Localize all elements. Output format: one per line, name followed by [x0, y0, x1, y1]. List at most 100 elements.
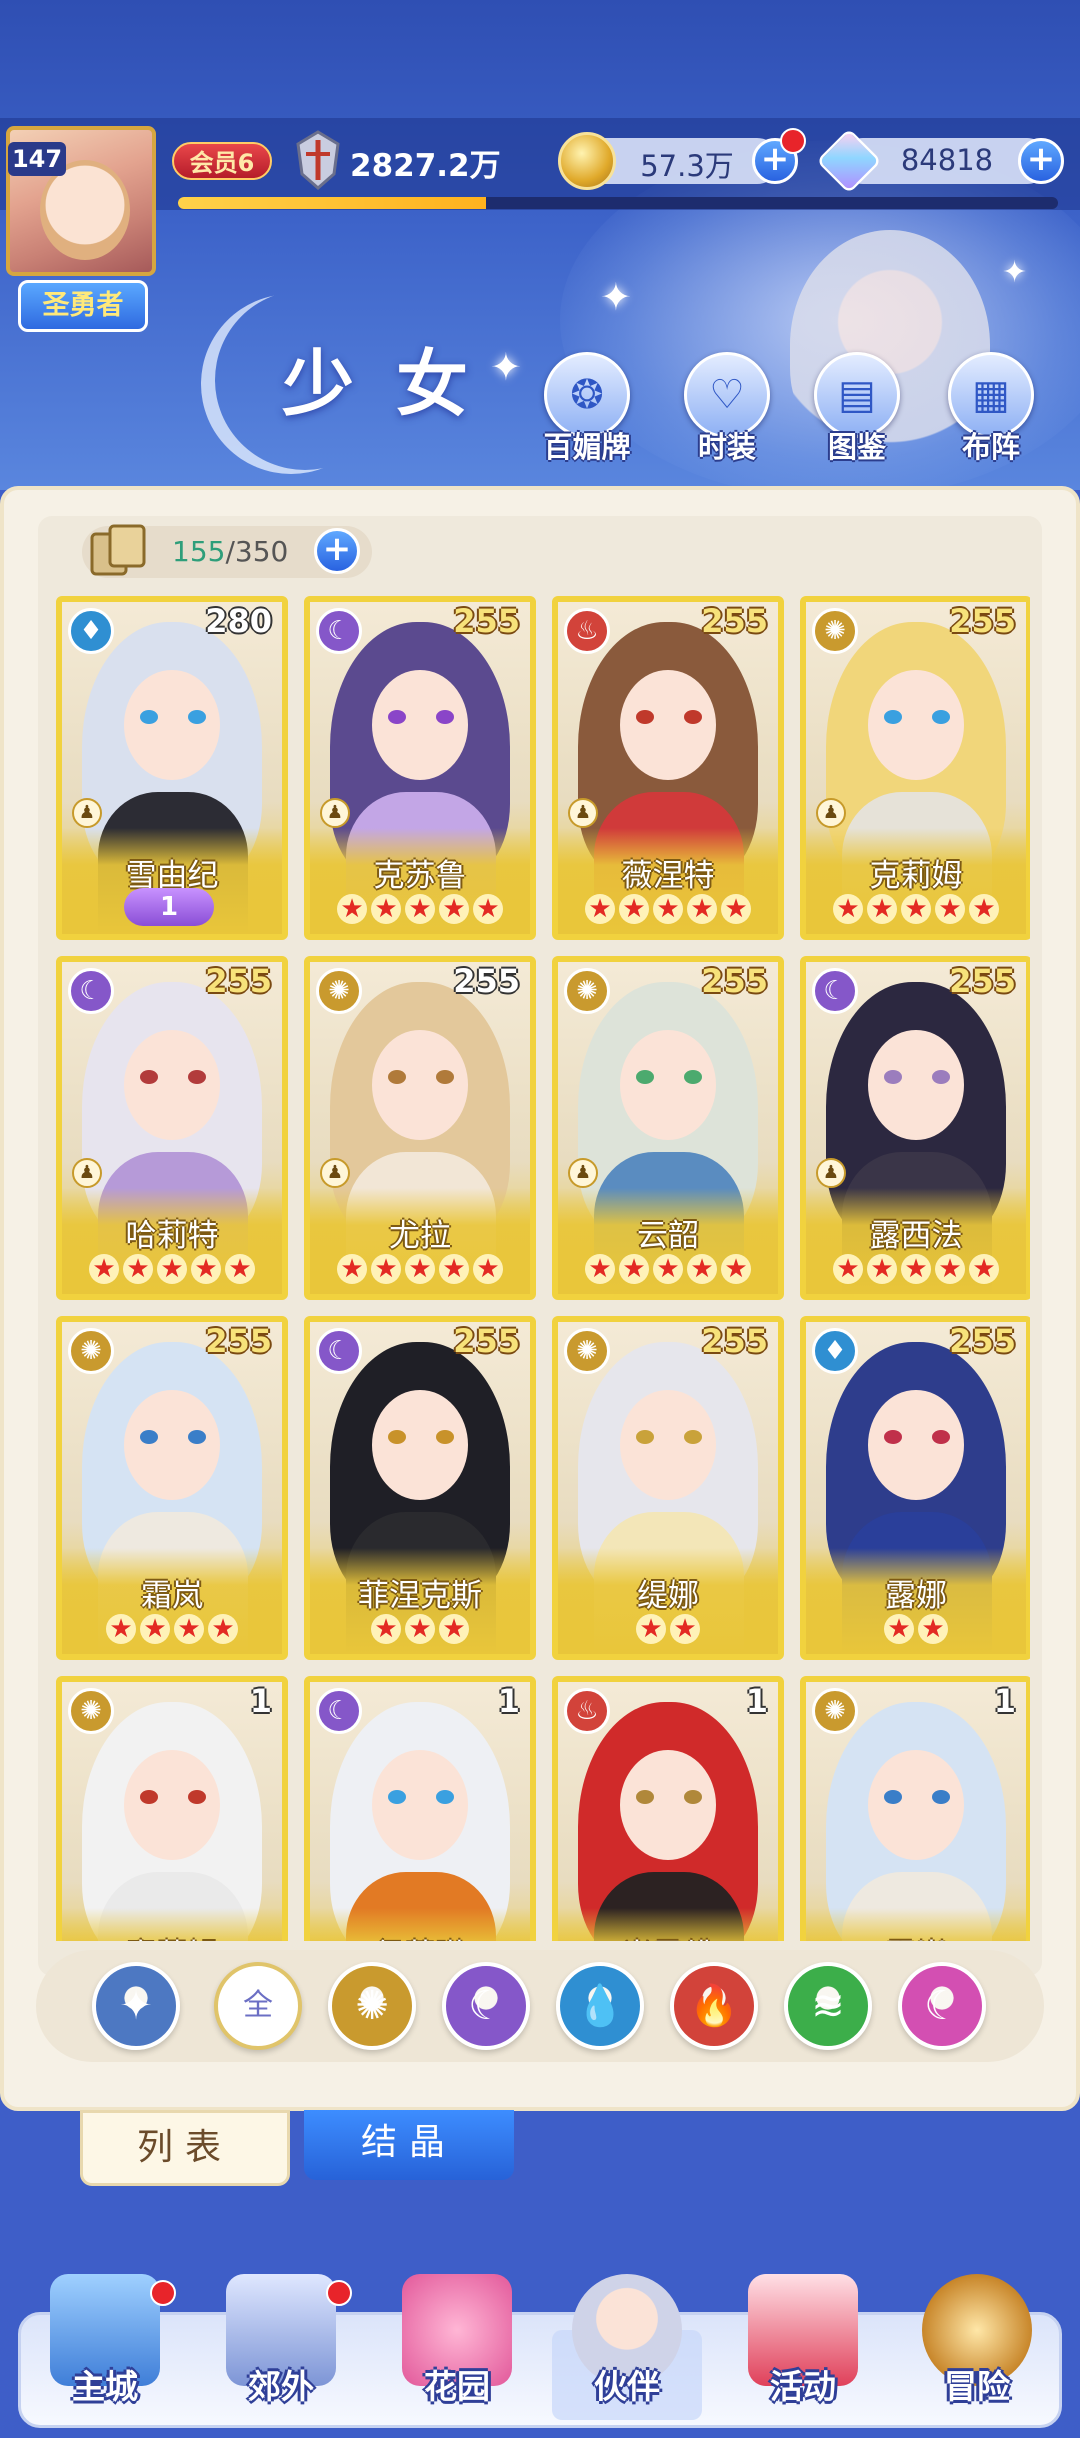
- header-button-label: 图鉴: [827, 430, 886, 464]
- gem-value: 84818: [900, 143, 994, 177]
- character-card[interactable]: ✺ 255 ♟ 尤拉 ★ ★ ★ ★ ★: [304, 956, 536, 1300]
- filter-water-drop-icon[interactable]: 💧: [556, 1962, 644, 2050]
- star-icon: ★: [901, 1254, 931, 1284]
- fire-element-icon: ♨: [564, 1688, 610, 1734]
- gold-value: 57.3万: [640, 149, 734, 183]
- star-icon: ★: [918, 1614, 948, 1644]
- portrait-eye: [388, 1790, 406, 1804]
- portrait-eye: [388, 1430, 406, 1444]
- rank-pawn-icon: ♟: [568, 798, 598, 828]
- character-card[interactable]: ☾ 255 菲涅克斯 ★ ★ ★: [304, 1316, 536, 1660]
- moon-element-icon: ☾: [68, 968, 114, 1014]
- nav-label: 伙伴: [594, 2367, 660, 2406]
- tab-crystal[interactable]: 结晶: [304, 2110, 514, 2180]
- character-level: 1: [497, 1682, 520, 1720]
- character-name: 露西法: [869, 1218, 963, 1254]
- fire-element-icon: ♨: [564, 608, 610, 654]
- nav-companion[interactable]: 伙伴: [542, 2240, 712, 2438]
- character-level: 255: [453, 1322, 520, 1360]
- filter-whirlwind-icon[interactable]: ≋: [784, 1962, 872, 2050]
- portrait-eye: [884, 1070, 902, 1084]
- nav-label: 郊外: [248, 2367, 314, 2406]
- experience-bar: [178, 197, 1058, 209]
- portrait-eye: [684, 1790, 702, 1804]
- portrait-face: [372, 1390, 468, 1500]
- nav-castle[interactable]: 主城: [20, 2240, 190, 2438]
- character-name: 伊芙琳: [310, 1930, 530, 1941]
- portrait-eye: [140, 1430, 158, 1444]
- portrait-eye: [388, 710, 406, 724]
- nav-gift[interactable]: 活动: [718, 2240, 888, 2438]
- star-icon: ★: [337, 894, 367, 924]
- character-level: 1: [745, 1682, 768, 1720]
- character-card[interactable]: ✺ 255 霜岚 ★ ★ ★ ★: [56, 1316, 288, 1660]
- character-card[interactable]: ☾ 1 伊芙琳: [304, 1676, 536, 1941]
- filter-moon-icon[interactable]: ☾: [442, 1962, 530, 2050]
- character-card[interactable]: ☾ 255 ♟ 哈莉特 ★ ★ ★ ★ ★: [56, 956, 288, 1300]
- portrait-eye: [884, 710, 902, 724]
- player-title-badge[interactable]: 圣勇者: [18, 280, 148, 332]
- filter-flame-icon[interactable]: 🔥: [670, 1962, 758, 2050]
- portrait-face: [372, 670, 468, 780]
- header-button-outfit[interactable]: ♡ 时装: [672, 352, 782, 472]
- header-button-book[interactable]: ▤ 图鉴: [802, 352, 912, 472]
- star-icon: ★: [371, 1254, 401, 1284]
- moon-element-icon: ☾: [316, 1688, 362, 1734]
- filter-pink-star-icon[interactable]: ☾: [898, 1962, 986, 2050]
- character-level: 255: [701, 1322, 768, 1360]
- portrait-face: [868, 1390, 964, 1500]
- combat-power-value: 2827.2万: [350, 148, 501, 184]
- portrait-face: [868, 1030, 964, 1140]
- star-icon: ★: [653, 894, 683, 924]
- header-button-label: 布阵: [961, 430, 1020, 464]
- character-card[interactable]: ✺ 1 蜜莉姆: [56, 1676, 288, 1941]
- notification-dot: [780, 128, 806, 154]
- star-rating: ★ ★ ★: [310, 1614, 530, 1644]
- character-card[interactable]: ✺ 1 霜岚: [800, 1676, 1030, 1941]
- nav-compass[interactable]: 冒险: [892, 2240, 1062, 2438]
- star-icon: ★: [833, 894, 863, 924]
- add-gem-button[interactable]: +: [1018, 138, 1064, 184]
- awaken-badge: 1: [124, 888, 214, 926]
- star-icon: ★: [833, 1254, 863, 1284]
- element-filter-bar: [36, 1950, 1044, 2062]
- character-name: 霜岚: [806, 1930, 1026, 1941]
- sun-element-icon: ✺: [812, 608, 858, 654]
- water-element-icon: ♦: [68, 608, 114, 654]
- expand-roster-button[interactable]: +: [314, 528, 360, 574]
- portrait-eye: [388, 1070, 406, 1084]
- character-level: 255: [701, 962, 768, 1000]
- portrait-face: [124, 1030, 220, 1140]
- character-card[interactable]: ♦ 280 ♟ 雪由纪 1: [56, 596, 288, 940]
- star-icon: ★: [969, 1254, 999, 1284]
- filter-sun-icon[interactable]: ✺: [328, 1962, 416, 2050]
- star-icon: ★: [619, 1254, 649, 1284]
- character-card[interactable]: ♨ 255 ♟ 薇涅特 ★ ★ ★ ★ ★: [552, 596, 784, 940]
- filter-all-button[interactable]: 全: [214, 1962, 302, 2050]
- nav-shrine[interactable]: 郊外: [196, 2240, 366, 2438]
- character-card[interactable]: ☾ 255 ♟ 露西法 ★ ★ ★ ★ ★: [800, 956, 1030, 1300]
- vip-badge[interactable]: 会员6: [172, 142, 272, 180]
- character-card[interactable]: ✺ 255 ♟ 云韶 ★ ★ ★ ★ ★: [552, 956, 784, 1300]
- star-icon: ★: [405, 1254, 435, 1284]
- portrait-eye: [140, 1070, 158, 1084]
- portrait-eye: [636, 1070, 654, 1084]
- character-card[interactable]: ✺ 255 ♟ 克莉姆 ★ ★ ★ ★ ★: [800, 596, 1030, 940]
- nav-heart[interactable]: 花园: [372, 2240, 542, 2438]
- character-name: 克苏鲁: [373, 858, 467, 894]
- character-level: 255: [701, 602, 768, 640]
- character-card[interactable]: ♨ 1 米灵绯: [552, 1676, 784, 1941]
- sun-element-icon: ✺: [812, 1688, 858, 1734]
- header-button-badge[interactable]: ❂ 百媚牌: [532, 352, 642, 472]
- filter-star-burst-icon[interactable]: ✦: [92, 1962, 180, 2050]
- tab-list[interactable]: 列表: [80, 2110, 290, 2186]
- character-card[interactable]: ☾ 255 ♟ 克苏鲁 ★ ★ ★ ★ ★: [304, 596, 536, 940]
- character-card[interactable]: ♦ 255 露娜 ★ ★: [800, 1316, 1030, 1660]
- star-icon: ★: [670, 1614, 700, 1644]
- portrait-eye: [436, 1430, 454, 1444]
- header-button-formation-grid[interactable]: ▦ 布阵: [936, 352, 1046, 472]
- star-icon: ★: [371, 1614, 401, 1644]
- character-card[interactable]: ✺ 255 缇娜 ★ ★: [552, 1316, 784, 1660]
- star-icon: ★: [687, 1254, 717, 1284]
- player-level: 147: [8, 142, 66, 176]
